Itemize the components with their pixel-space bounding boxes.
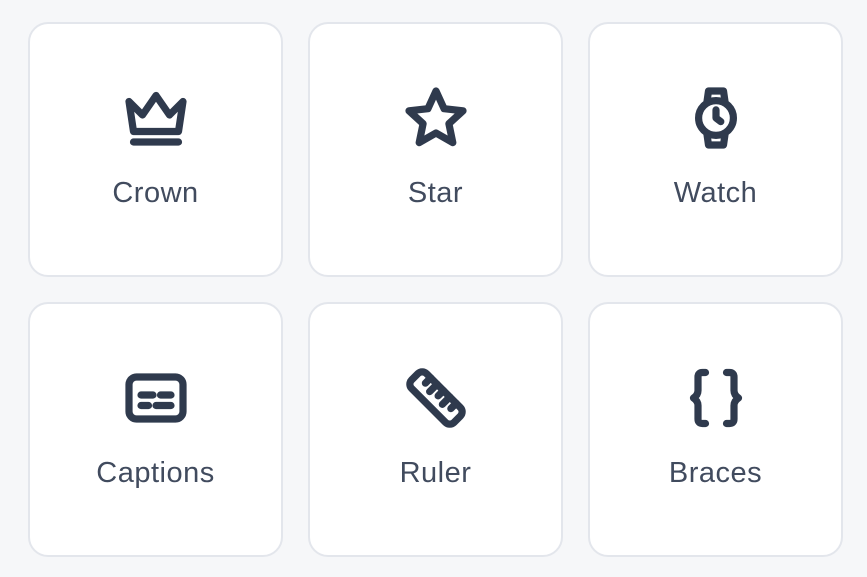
icon-grid: Crown Star Watch Captions Ruler Braces bbox=[28, 22, 843, 557]
ruler-icon bbox=[400, 362, 472, 434]
card-label: Braces bbox=[668, 457, 763, 489]
crown-icon bbox=[120, 82, 192, 154]
card-label: Star bbox=[407, 177, 464, 209]
icon-card-braces[interactable]: Braces bbox=[588, 302, 843, 557]
icon-card-ruler[interactable]: Ruler bbox=[308, 302, 563, 557]
card-label: Ruler bbox=[399, 457, 472, 489]
icon-card-star[interactable]: Star bbox=[308, 22, 563, 277]
card-label: Watch bbox=[673, 177, 758, 209]
icon-card-crown[interactable]: Crown bbox=[28, 22, 283, 277]
captions-icon bbox=[120, 362, 192, 434]
card-label: Crown bbox=[112, 177, 199, 209]
card-label: Captions bbox=[96, 457, 215, 489]
braces-icon bbox=[680, 362, 752, 434]
star-icon bbox=[400, 82, 472, 154]
watch-icon bbox=[680, 82, 752, 154]
icon-card-watch[interactable]: Watch bbox=[588, 22, 843, 277]
icon-card-captions[interactable]: Captions bbox=[28, 302, 283, 557]
